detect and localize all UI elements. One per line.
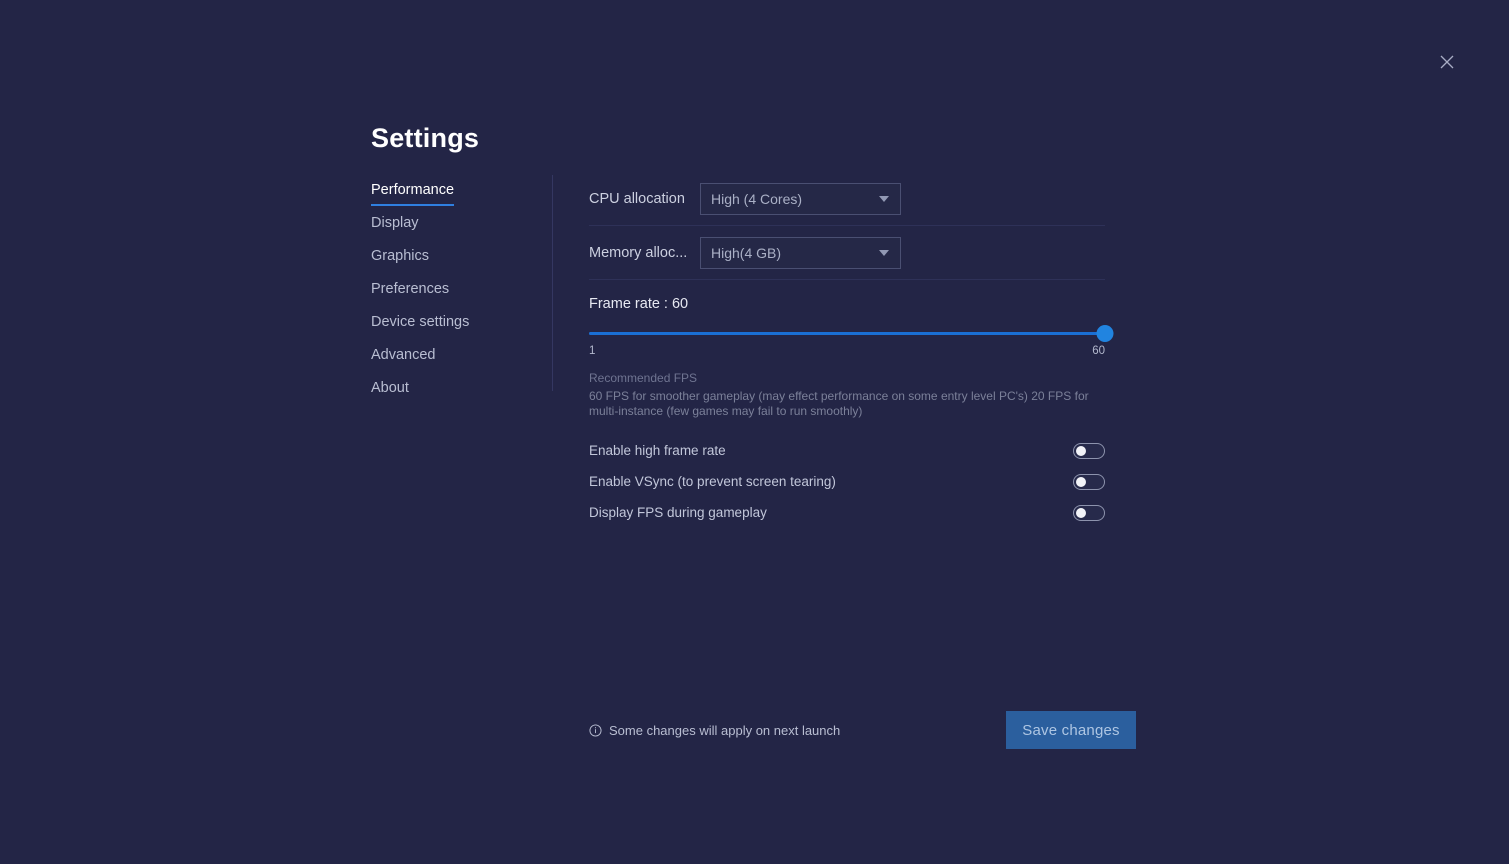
frame-rate-block: Frame rate : 60 1 60 [589, 280, 1105, 357]
cpu-allocation-label: CPU allocation [589, 191, 700, 207]
toggle-knob [1076, 477, 1086, 487]
slider-thumb[interactable] [1097, 325, 1114, 342]
memory-allocation-select[interactable]: High(4 GB) [700, 237, 901, 269]
memory-allocation-value: High(4 GB) [711, 245, 781, 261]
recommended-fps-hint: Recommended FPS 60 FPS for smoother game… [589, 370, 1105, 419]
sidebar-item-device-settings[interactable]: Device settings [371, 312, 531, 345]
settings-footer: Some changes will apply on next launch S… [589, 710, 1136, 750]
slider-fill [589, 332, 1105, 335]
info-icon [589, 724, 602, 737]
sidebar-item-label: Device settings [371, 312, 469, 336]
performance-settings-panel: CPU allocation High (4 Cores) Memory all… [589, 172, 1105, 528]
chevron-down-icon [879, 196, 889, 202]
sidebar-item-advanced[interactable]: Advanced [371, 345, 531, 378]
save-changes-button[interactable]: Save changes [1006, 711, 1136, 749]
sidebar-item-about[interactable]: About [371, 378, 531, 411]
slider-min-label: 1 [589, 345, 595, 357]
sidebar-item-label: About [371, 378, 409, 402]
toggle-knob [1076, 508, 1086, 518]
sidebar-item-preferences[interactable]: Preferences [371, 279, 531, 312]
toggle-row-display-fps: Display FPS during gameplay [589, 497, 1105, 528]
frame-rate-title: Frame rate : 60 [589, 295, 1105, 313]
sidebar-item-label: Performance [371, 180, 454, 206]
sidebar-item-label: Advanced [371, 345, 436, 369]
cpu-allocation-select[interactable]: High (4 Cores) [700, 183, 901, 215]
toggle-list: Enable high frame rate Enable VSync (to … [589, 435, 1105, 528]
sidebar-item-label: Preferences [371, 279, 449, 303]
close-button[interactable] [1433, 48, 1461, 76]
high-frame-rate-toggle[interactable] [1073, 443, 1105, 459]
slider-scale: 1 60 [589, 345, 1105, 357]
sidebar-item-performance[interactable]: Performance [371, 180, 531, 213]
toggle-label: Enable high frame rate [589, 443, 726, 458]
hint-title: Recommended FPS [589, 370, 1105, 386]
vsync-toggle[interactable] [1073, 474, 1105, 490]
sidebar-item-display[interactable]: Display [371, 213, 531, 246]
page-title: Settings [371, 121, 479, 155]
toggle-row-vsync: Enable VSync (to prevent screen tearing) [589, 466, 1105, 497]
status-note: Some changes will apply on next launch [589, 723, 840, 738]
cpu-allocation-row: CPU allocation High (4 Cores) [589, 172, 1105, 225]
display-fps-toggle[interactable] [1073, 505, 1105, 521]
close-icon [1439, 54, 1455, 70]
settings-sidebar: Performance Display Graphics Preferences… [371, 180, 531, 411]
toggle-knob [1076, 446, 1086, 456]
memory-allocation-row: Memory alloc... High(4 GB) [589, 226, 1105, 279]
sidebar-item-graphics[interactable]: Graphics [371, 246, 531, 279]
memory-allocation-label: Memory alloc... [589, 245, 700, 261]
toggle-label: Enable VSync (to prevent screen tearing) [589, 474, 836, 489]
chevron-down-icon [879, 250, 889, 256]
cpu-allocation-value: High (4 Cores) [711, 191, 802, 207]
toggle-row-high-frame-rate: Enable high frame rate [589, 435, 1105, 466]
slider-max-label: 60 [1092, 345, 1105, 357]
toggle-label: Display FPS during gameplay [589, 505, 767, 520]
status-note-text: Some changes will apply on next launch [609, 723, 840, 738]
sidebar-item-label: Graphics [371, 246, 429, 270]
sidebar-divider [552, 175, 553, 391]
sidebar-item-label: Display [371, 213, 419, 237]
hint-text: 60 FPS for smoother gameplay (may effect… [589, 389, 1105, 419]
frame-rate-slider[interactable] [589, 325, 1105, 341]
